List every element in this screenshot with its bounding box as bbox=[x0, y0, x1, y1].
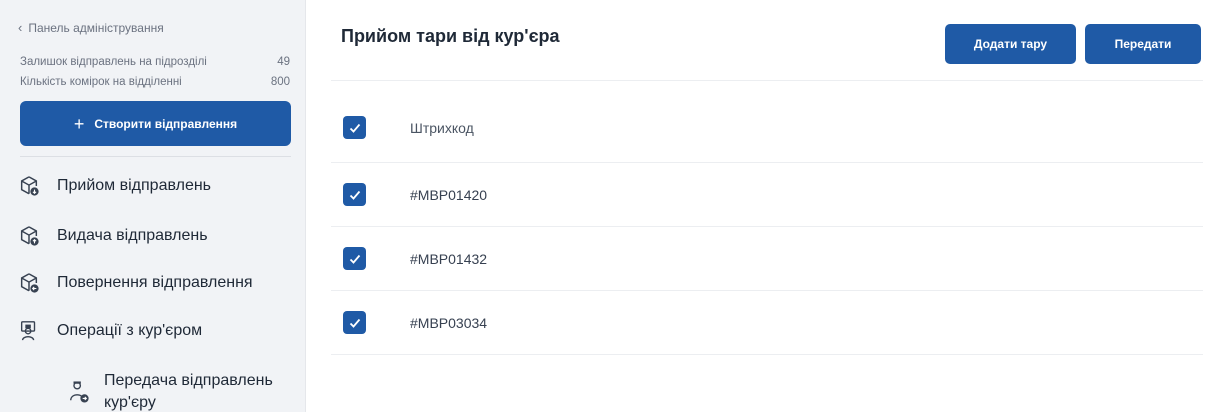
sub-item-line2: кур'єру bbox=[104, 394, 156, 411]
barcode-cell: #MBP01420 bbox=[410, 186, 488, 203]
select-all-checkbox[interactable] bbox=[343, 116, 366, 139]
package-out-icon bbox=[20, 226, 39, 246]
stat-shipments-remaining: Залишок відправлень на підрозділі 49 bbox=[20, 56, 290, 68]
nav-label: Повернення відправлення bbox=[57, 274, 253, 291]
nav-item-transfer-to-courier[interactable]: Передача відправлень кур'єру bbox=[68, 370, 273, 412]
nav-label: Прийом відправлень bbox=[57, 177, 212, 194]
column-header-barcode: Штрихкод bbox=[410, 119, 474, 136]
sub-item-label: Передача відправлень кур'єру bbox=[104, 370, 273, 412]
row-checkbox[interactable] bbox=[343, 247, 366, 270]
create-shipment-button[interactable]: + Створити відправлення bbox=[20, 101, 291, 146]
nav-item-return-shipment[interactable]: Повернення відправлення bbox=[18, 272, 253, 294]
sidebar-divider bbox=[20, 156, 291, 157]
back-link-label: Панель адміністрування bbox=[28, 20, 164, 35]
plus-icon: + bbox=[73, 113, 85, 134]
nav-label: Операції з кур'єром bbox=[57, 322, 203, 339]
stat-value: 49 bbox=[277, 56, 290, 68]
sidebar: ‹ Панель адміністрування Залишок відправ… bbox=[0, 0, 306, 412]
page-title: Прийом тари від кур'єра bbox=[341, 26, 560, 46]
nav-label: Видача відправлень bbox=[57, 227, 208, 244]
check-icon bbox=[349, 318, 360, 328]
transfer-button[interactable]: Передати bbox=[1085, 24, 1201, 64]
sub-item-line1: Передача відправлень bbox=[104, 372, 273, 389]
nav-item-issue-shipments[interactable]: Видача відправлень bbox=[18, 225, 208, 247]
nav-item-courier-operations[interactable]: Операції з кур'єром bbox=[18, 320, 202, 342]
check-icon bbox=[349, 190, 360, 200]
row-checkbox[interactable] bbox=[343, 183, 366, 206]
stat-label: Кількість комірок на відділенні bbox=[20, 76, 182, 88]
courier-transfer-icon bbox=[70, 381, 89, 403]
check-icon bbox=[349, 123, 360, 133]
table-header-row: Штрихкод bbox=[331, 93, 1203, 163]
create-shipment-label: Створити відправлення bbox=[94, 116, 238, 131]
check-icon bbox=[349, 254, 360, 264]
table-row: #MBP03034 bbox=[331, 291, 1203, 355]
back-to-admin-link[interactable]: ‹ Панель адміністрування bbox=[18, 20, 164, 35]
package-return-icon bbox=[20, 273, 39, 293]
stat-label: Залишок відправлень на підрозділі bbox=[20, 56, 207, 68]
chevron-left-icon: ‹ bbox=[18, 20, 23, 35]
courier-icon bbox=[20, 321, 36, 341]
barcode-cell: #MBP01432 bbox=[410, 250, 488, 267]
package-in-icon bbox=[20, 176, 39, 196]
table-row: #MBP01420 bbox=[331, 163, 1203, 227]
add-container-button[interactable]: Додати тару bbox=[945, 24, 1076, 64]
main-content: Прийом тари від кур'єра Додати тару Пере… bbox=[307, 0, 1211, 412]
table-row: #MBP01432 bbox=[331, 227, 1203, 291]
stat-cells-count: Кількість комірок на відділенні 800 bbox=[20, 76, 290, 88]
stat-value: 800 bbox=[270, 76, 290, 88]
table-divider bbox=[331, 80, 1203, 81]
barcode-cell: #MBP03034 bbox=[410, 314, 488, 331]
row-checkbox[interactable] bbox=[343, 311, 366, 334]
nav-item-receive-shipments[interactable]: Прийом відправлень bbox=[18, 175, 211, 197]
